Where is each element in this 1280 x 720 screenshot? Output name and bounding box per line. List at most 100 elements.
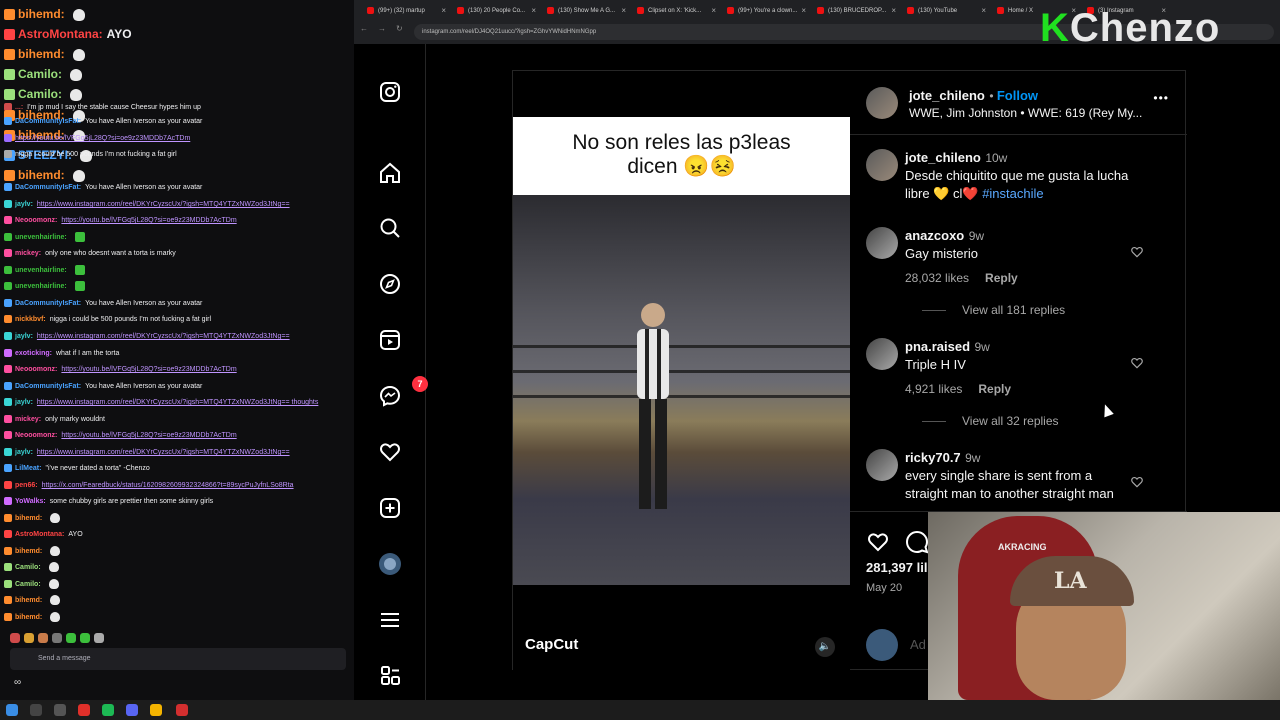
comment-like-count[interactable]: 4,921 likes xyxy=(905,382,962,396)
caption-author-avatar[interactable] xyxy=(866,149,898,181)
audio-track[interactable]: WWE, Jim Johnston • WWE: 619 (Rey My... xyxy=(909,106,1142,120)
tab-close-icon[interactable]: × xyxy=(531,2,536,20)
browser-tab[interactable]: (130) 20 People Co... × xyxy=(454,2,538,20)
spotify-taskbar-icon[interactable] xyxy=(102,704,114,716)
taskbar-search-icon[interactable] xyxy=(30,704,42,716)
chat-username[interactable]: mickey: xyxy=(15,250,41,257)
chat-username[interactable]: pen66: xyxy=(15,482,38,489)
chat-username[interactable]: jaylv: xyxy=(15,201,33,208)
browser-tab[interactable]: (130) BRUCEDROP... × xyxy=(814,2,898,20)
messages-icon[interactable]: 7 xyxy=(376,376,428,410)
commenter-username[interactable]: pna.raised xyxy=(905,339,970,354)
reply-button[interactable]: Reply xyxy=(978,382,1011,396)
tab-close-icon[interactable]: × xyxy=(621,2,626,20)
chat-username[interactable]: unevenhairline: xyxy=(15,267,67,274)
like-heart-icon[interactable] xyxy=(866,530,890,554)
tab-close-icon[interactable]: × xyxy=(441,2,446,20)
chat-link[interactable]: https://www.instagram.com/reel/DKYrCyzsc… xyxy=(37,333,290,340)
chat-username[interactable]: jaylv: xyxy=(15,399,33,406)
tab-close-icon[interactable]: × xyxy=(981,2,986,20)
view-replies-link[interactable]: View all 181 replies xyxy=(922,303,1065,317)
browser-tab[interactable]: (99+) You're a clown... × xyxy=(724,2,808,20)
chat-username[interactable]: nickkbvf: xyxy=(15,316,46,323)
chat-link[interactable]: https://youtu.be/lVFGq5jL28Q?si=oe9z23MD… xyxy=(15,135,190,142)
caption-author-username[interactable]: jote_chileno xyxy=(905,150,981,165)
chat-link[interactable]: https://www.instagram.com/reel/DKYrCyzsc… xyxy=(37,399,318,406)
caption-hashtag[interactable]: #instachile xyxy=(982,186,1043,201)
commenter-avatar[interactable] xyxy=(866,449,898,481)
more-menu-icon[interactable] xyxy=(376,606,404,634)
chat-username[interactable]: Camilo: xyxy=(18,67,62,81)
chat-username[interactable]: bihemd: xyxy=(15,614,42,621)
reply-button[interactable]: Reply xyxy=(985,271,1018,285)
chat-username[interactable]: DaCommunityIsFat: xyxy=(15,184,81,191)
chat-link[interactable]: https://youtu.be/lVFGq5jL28Q?si=oe9z23MD… xyxy=(61,432,236,439)
comment-like-count[interactable]: 28,032 likes xyxy=(905,271,969,285)
chat-username[interactable]: exoticking: xyxy=(15,350,52,357)
chat-username[interactable]: Camilo: xyxy=(18,87,62,101)
tab-close-icon[interactable]: × xyxy=(801,2,806,20)
chat-username[interactable]: Neooomonz: xyxy=(15,366,57,373)
comment-like-heart-icon[interactable] xyxy=(1130,475,1144,489)
chat-username[interactable]: bihemd: xyxy=(15,515,42,522)
notifications-heart-icon[interactable] xyxy=(376,438,404,466)
author-username[interactable]: jote_chileno xyxy=(909,88,985,103)
also-from-meta-icon[interactable] xyxy=(376,662,404,690)
author-avatar[interactable] xyxy=(866,87,898,119)
commenter-avatar[interactable] xyxy=(866,338,898,370)
chat-username[interactable]: DaCommunityIsFat: xyxy=(15,118,81,125)
commenter-avatar[interactable] xyxy=(866,227,898,259)
chat-username[interactable]: bihemd: xyxy=(15,548,42,555)
commenter-username[interactable]: anazcoxo xyxy=(905,228,964,243)
chat-username[interactable]: jaylv: xyxy=(15,449,33,456)
comment-bubble-icon[interactable] xyxy=(905,530,929,554)
browser-tab[interactable]: (99+) (32) martup × xyxy=(364,2,448,20)
more-options-icon[interactable]: ••• xyxy=(1153,91,1169,105)
chat-link[interactable]: https://www.instagram.com/reel/DKYrCyzsc… xyxy=(37,449,290,456)
create-post-icon[interactable] xyxy=(376,494,404,522)
reel-video-player[interactable]: No son reles las p3leas dicen 😠😣 CapCut … xyxy=(513,71,850,671)
chat-username[interactable]: DaCommunityIsFat: xyxy=(15,383,81,390)
discord-taskbar-icon[interactable] xyxy=(126,704,138,716)
home-icon[interactable] xyxy=(376,159,404,187)
chat-settings-icon[interactable]: ∞ xyxy=(14,677,21,688)
tab-close-icon[interactable]: × xyxy=(711,2,716,20)
chat-username[interactable]: jaylv: xyxy=(15,333,33,340)
browser-nav-buttons[interactable]: ←→↻ xyxy=(360,24,413,33)
start-menu-icon[interactable] xyxy=(6,704,18,716)
comment-like-heart-icon[interactable] xyxy=(1130,245,1144,259)
chat-username[interactable]: bihemd: xyxy=(18,168,65,182)
instagram-logo-icon[interactable] xyxy=(376,78,404,106)
browser-tab[interactable]: Clipset on X: 'Kick... × xyxy=(634,2,718,20)
chat-username[interactable]: Neooomonz: xyxy=(15,432,57,439)
chat-link[interactable]: https://x.com/Fearedbuck/status/16209826… xyxy=(42,482,294,489)
chat-username[interactable]: bihemd: xyxy=(15,597,42,604)
comment-like-heart-icon[interactable] xyxy=(1130,356,1144,370)
browser-tab[interactable]: (130) Show Me A G... × xyxy=(544,2,628,20)
obs-taskbar-icon[interactable] xyxy=(176,704,188,716)
chat-username[interactable]: bihemd: xyxy=(18,47,65,61)
mute-toggle-icon[interactable]: 🔈 xyxy=(815,637,835,657)
explore-compass-icon[interactable] xyxy=(376,270,404,298)
chat-username[interactable]: unevenhairline: xyxy=(15,234,67,241)
chrome-taskbar-icon[interactable] xyxy=(150,704,162,716)
chat-username[interactable]: unevenhairline: xyxy=(15,283,67,290)
emote-picker-row[interactable] xyxy=(10,630,108,643)
chat-link[interactable]: https://youtu.be/lVFGq5jL28Q?si=oe9z23MD… xyxy=(61,217,236,224)
search-icon[interactable] xyxy=(376,214,404,242)
chat-username[interactable]: Camilo: xyxy=(15,564,41,571)
chat-message-input[interactable]: Send a message xyxy=(10,648,346,670)
like-count[interactable]: 281,397 lil xyxy=(866,560,927,575)
chat-username[interactable]: mickey: xyxy=(15,416,41,423)
chat-username[interactable]: DaCommunityIsFat: xyxy=(15,300,81,307)
chat-username[interactable]: LilMeat: xyxy=(15,465,41,472)
chat-link[interactable]: https://www.instagram.com/reel/DKYrCyzsc… xyxy=(37,201,290,208)
chat-link[interactable]: https://youtu.be/lVFGq5jL28Q?si=oe9z23MD… xyxy=(61,366,236,373)
commenter-username[interactable]: ricky70.7 xyxy=(905,450,961,465)
add-comment-input[interactable]: Ad xyxy=(910,637,926,652)
reels-icon[interactable] xyxy=(376,326,404,354)
chat-username[interactable]: Neooomonz: xyxy=(15,217,57,224)
taskbar-app-icon[interactable] xyxy=(78,704,90,716)
browser-tab[interactable]: (130) YouTube × xyxy=(904,2,988,20)
tab-close-icon[interactable]: × xyxy=(891,2,896,20)
